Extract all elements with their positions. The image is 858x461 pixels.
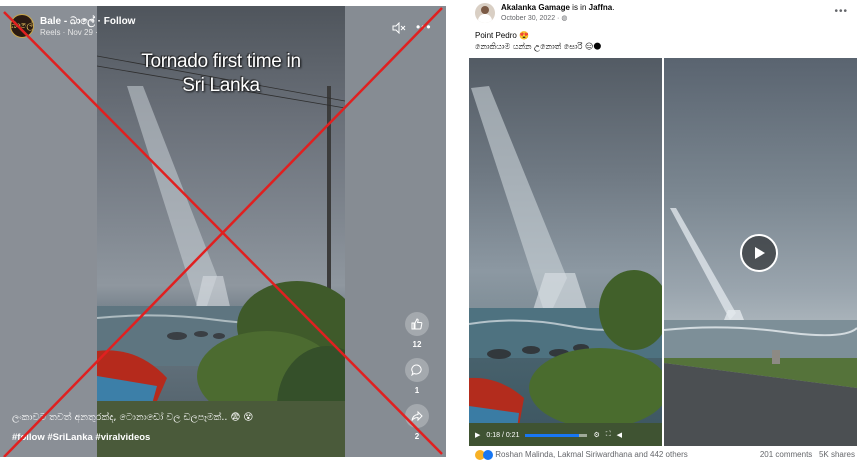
post-video[interactable] — [469, 58, 662, 446]
reactions-names[interactable]: Roshan Malinda, Lakmal Siriwardhana and … — [495, 450, 688, 459]
author-avatar[interactable] — [475, 3, 495, 23]
play-button[interactable] — [740, 234, 778, 272]
volume-icon[interactable]: ◀ — [617, 431, 622, 439]
progress-bar[interactable] — [525, 433, 588, 437]
is-in-text: is in — [572, 3, 587, 12]
comments-link[interactable]: 201 comments — [760, 450, 812, 459]
globe-icon: ◍ — [561, 15, 568, 22]
video-controls: ▶ 0:18 / 0:21 ⚙ ⛶ ◀ — [469, 426, 662, 444]
post-text-line2: නොකියාම යන්න උනොත් සොරි 😑🌑 — [475, 42, 602, 51]
shares-link[interactable]: 5K shares — [819, 450, 855, 459]
facebook-post: Akalanka Gamage is in Jaffna. October 30… — [467, 0, 858, 461]
settings-icon[interactable]: ⚙ — [593, 431, 599, 439]
red-cross-mark — [3, 7, 443, 457]
progress-fill — [525, 433, 579, 437]
time-display: 0:18 / 0:21 — [486, 431, 520, 439]
reactions-bar: Roshan Malinda, Lakmal Siriwardhana and … — [475, 450, 855, 460]
fullscreen-icon[interactable]: ⛶ — [606, 431, 611, 439]
post-header: Akalanka Gamage is in Jaffna. October 30… — [475, 3, 614, 23]
author-name[interactable]: Akalanka Gamage — [501, 3, 570, 12]
post-date[interactable]: October 30, 2022 · — [501, 15, 559, 22]
play-icon — [755, 247, 765, 259]
pause-icon[interactable]: ▶ — [475, 431, 480, 439]
reaction-icons[interactable] — [475, 450, 493, 460]
location-link[interactable]: Jaffna — [589, 3, 613, 12]
reel-panel: බාලේ Bale - බාලේ · Follow Reels · Nov 29… — [0, 6, 446, 457]
post-options-icon[interactable]: ••• — [834, 6, 848, 17]
post-video-scene — [469, 86, 662, 446]
post-text-line1: Point Pedro 😍 — [475, 31, 529, 40]
